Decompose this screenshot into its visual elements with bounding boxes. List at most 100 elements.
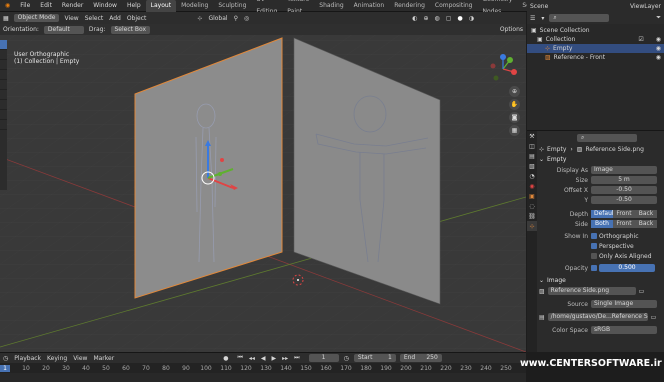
timeline-ruler[interactable]: 1 10 20 30 40 50 60 70 80 90 100 110 120…: [0, 363, 526, 373]
folder-icon[interactable]: ▭: [639, 288, 645, 295]
eye-icon[interactable]: ◉: [656, 44, 661, 53]
side-back-button[interactable]: Back: [635, 220, 657, 228]
checkbox-icon[interactable]: ☑: [638, 35, 643, 44]
camera-view-icon[interactable]: ◙: [509, 112, 520, 123]
add-cube-tool-icon[interactable]: [0, 120, 7, 130]
image-panel-header[interactable]: ⌄ Image: [539, 276, 662, 286]
tab-animation[interactable]: Animation: [349, 0, 390, 12]
prev-keyframe-icon[interactable]: ◂◂: [249, 355, 255, 362]
object-tab-icon[interactable]: ▣: [527, 191, 537, 201]
view-layer-tab-icon[interactable]: ▧: [527, 161, 537, 171]
outliner-row-empty[interactable]: ⊹ Empty ◉: [527, 44, 664, 53]
visibility-icon[interactable]: ◐: [412, 15, 417, 22]
select-box-tool-icon[interactable]: [0, 40, 7, 50]
move-tool-icon[interactable]: [0, 60, 7, 70]
cursor-tool-icon[interactable]: [0, 50, 7, 60]
scale-tool-icon[interactable]: [0, 80, 7, 90]
timeline-menu-marker[interactable]: Marker: [93, 355, 114, 362]
transform-orientation-selector[interactable]: Global: [208, 15, 227, 22]
pan-hand-icon[interactable]: ✋: [509, 99, 520, 110]
orientation-selector[interactable]: Default: [43, 25, 84, 34]
next-keyframe-icon[interactable]: ▸▸: [282, 355, 288, 362]
tab-layout[interactable]: Layout: [145, 0, 177, 12]
tool-tab-icon[interactable]: ⚒: [527, 131, 537, 141]
gizmo-toggle-icon[interactable]: ⊕: [423, 15, 428, 22]
snap-icon[interactable]: ⚲: [234, 15, 238, 22]
opacity-checkbox[interactable]: [591, 265, 597, 271]
preview-range-icon[interactable]: ◷: [344, 355, 349, 362]
viewport-menu-object[interactable]: Object: [127, 15, 147, 22]
navigation-gizmo[interactable]: [488, 54, 518, 84]
side-both-button[interactable]: Both: [591, 220, 613, 228]
tab-rendering[interactable]: Rendering: [389, 0, 430, 12]
filter-icon[interactable]: ⏷: [656, 14, 661, 22]
display-as-dropdown[interactable]: Image: [591, 166, 657, 174]
play-reverse-icon[interactable]: ◀: [261, 355, 266, 362]
outliner-row-collection[interactable]: ▣ Collection ☑ ◉: [527, 35, 664, 44]
render-tab-icon[interactable]: ◫: [527, 141, 537, 151]
offset-y-field[interactable]: -0.50: [591, 196, 657, 204]
opacity-slider[interactable]: 0.500: [599, 264, 655, 272]
proportional-edit-icon[interactable]: ◎: [244, 15, 249, 22]
editor-type-icon[interactable]: ▦: [3, 15, 9, 22]
outliner-search-input[interactable]: ⌕: [549, 14, 610, 22]
menu-edit[interactable]: Edit: [35, 0, 57, 12]
orthographic-checkbox[interactable]: [591, 233, 597, 239]
menu-file[interactable]: File: [15, 0, 35, 12]
jump-start-icon[interactable]: ⏮: [237, 354, 242, 362]
side-front-button[interactable]: Front: [613, 220, 635, 228]
tab-sculpting[interactable]: Sculpting: [213, 0, 251, 12]
image-name-field[interactable]: Reference Side.png: [547, 287, 636, 295]
viewport-menu-view[interactable]: View: [64, 15, 78, 22]
zoom-icon[interactable]: ⊕: [509, 86, 520, 97]
blender-logo-icon[interactable]: ◉: [0, 0, 15, 12]
timeline-menu-keying[interactable]: Keying: [47, 355, 67, 362]
jump-end-icon[interactable]: ⏭: [294, 354, 299, 362]
shading-material-icon[interactable]: ◑: [469, 15, 474, 22]
constraints-tab-icon[interactable]: ⛓: [527, 211, 537, 221]
xray-toggle-icon[interactable]: ▢: [446, 15, 452, 22]
perspective-toggle-icon[interactable]: ▦: [509, 125, 520, 136]
tab-shading[interactable]: Shading: [314, 0, 348, 12]
folder-icon[interactable]: ▭: [651, 314, 657, 321]
axis-aligned-checkbox[interactable]: [591, 253, 597, 259]
rotate-tool-icon[interactable]: [0, 70, 7, 80]
transform-orientation-icon[interactable]: ⊹: [197, 15, 202, 22]
display-mode-icon[interactable]: ▾: [541, 15, 544, 22]
physics-tab-icon[interactable]: ◌: [527, 201, 537, 211]
timeline-editor-icon[interactable]: ◷: [3, 355, 8, 362]
tab-modeling[interactable]: Modeling: [176, 0, 213, 12]
viewport-menu-add[interactable]: Add: [109, 15, 121, 22]
depth-back-button[interactable]: Back: [635, 210, 657, 218]
perspective-checkbox[interactable]: [591, 243, 597, 249]
shading-solid-icon[interactable]: ●: [457, 15, 462, 22]
tab-compositing[interactable]: Compositing: [430, 0, 478, 12]
world-tab-icon[interactable]: ◉: [527, 181, 537, 191]
current-frame-field[interactable]: 1: [308, 354, 339, 362]
outliner-row-scene-collection[interactable]: ▣ Scene Collection: [527, 26, 664, 35]
menu-help[interactable]: Help: [122, 0, 146, 12]
scene-tab-icon[interactable]: ◔: [527, 171, 537, 181]
transform-tool-icon[interactable]: [0, 90, 7, 100]
object-data-tab-icon[interactable]: ⊹: [527, 221, 537, 231]
menu-render[interactable]: Render: [57, 0, 88, 12]
depth-front-button[interactable]: Front: [613, 210, 635, 218]
timeline-menu-view[interactable]: View: [73, 355, 87, 362]
mode-selector[interactable]: Object Mode: [13, 14, 60, 22]
eye-icon[interactable]: ◉: [656, 53, 661, 62]
menu-window[interactable]: Window: [88, 0, 122, 12]
start-frame-field[interactable]: Start 1: [353, 354, 396, 362]
options-menu[interactable]: Options: [500, 26, 523, 33]
drag-selector[interactable]: Select Box: [110, 25, 151, 34]
record-icon[interactable]: ●: [223, 355, 228, 362]
color-space-dropdown[interactable]: sRGB: [591, 326, 657, 334]
size-field[interactable]: 5 m: [591, 176, 657, 184]
depth-default-button[interactable]: Default: [591, 210, 616, 218]
outliner-row-reference-front[interactable]: ▨ Reference - Front ◉: [527, 53, 664, 62]
measure-tool-icon[interactable]: [0, 110, 7, 120]
annotate-tool-icon[interactable]: [0, 100, 7, 110]
timeline-menu-playback[interactable]: Playback: [14, 355, 41, 362]
3d-viewport[interactable]: ▦ Object Mode View Select Add Object ⊹ G…: [0, 12, 526, 352]
eye-icon[interactable]: ◉: [656, 35, 661, 44]
source-dropdown[interactable]: Single Image: [591, 300, 657, 308]
